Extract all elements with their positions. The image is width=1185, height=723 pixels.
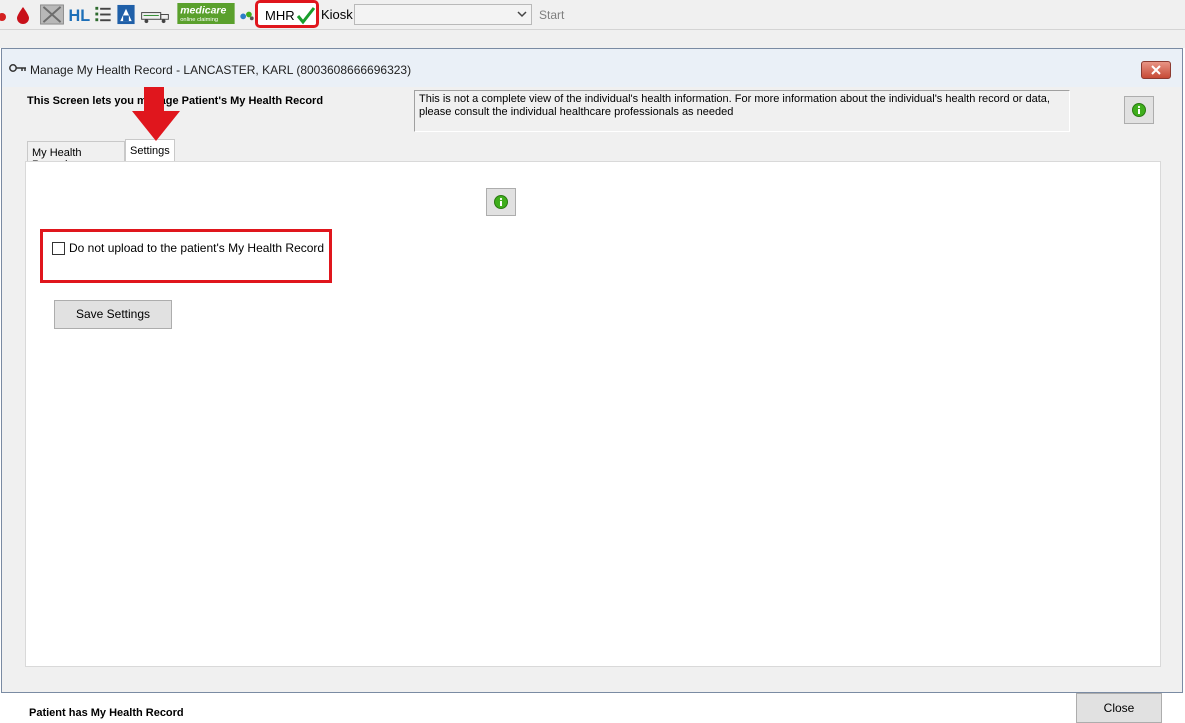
header-info-button[interactable]	[1124, 96, 1154, 124]
shield-icon[interactable]	[116, 4, 136, 25]
settings-info-button[interactable]	[486, 188, 516, 216]
window-title: Manage My Health Record - LANCASTER, KAR…	[30, 63, 412, 77]
medicare-logo-text: medicare	[180, 5, 226, 17]
no-upload-checkbox[interactable]	[52, 242, 65, 255]
start-button[interactable]: Start	[539, 8, 564, 22]
svg-text:HL: HL	[69, 7, 91, 25]
mhr-button[interactable]: MHR	[255, 0, 319, 28]
truck-icon[interactable]	[139, 4, 171, 25]
checkbox-highlight	[40, 229, 332, 283]
chevron-down-icon	[517, 11, 527, 18]
kiosk-dropdown[interactable]	[354, 4, 532, 25]
pills-icon[interactable]	[239, 4, 255, 25]
disclaimer-panel: This is not a complete view of the indiv…	[414, 90, 1070, 132]
checkmark-icon	[296, 7, 316, 25]
status-text: Patient has My Health Record	[29, 707, 184, 719]
window-close-button[interactable]	[1141, 61, 1171, 79]
list-icon[interactable]	[93, 4, 113, 25]
top-toolbar: HL medicare online claiming MHR Kiosk St…	[0, 0, 1185, 30]
tab-settings-label: Settings	[130, 145, 170, 157]
no-upload-checkbox-label[interactable]: Do not upload to the patient's My Health…	[69, 241, 324, 255]
close-icon	[1151, 65, 1161, 75]
hl-icon[interactable]: HL	[68, 4, 91, 25]
close-button-label: Close	[1103, 701, 1135, 715]
key-icon	[9, 64, 26, 72]
window-content: This Screen lets you manage Patient's My…	[9, 87, 1175, 723]
window-titlebar[interactable]: Manage My Health Record - LANCASTER, KAR…	[2, 49, 1182, 87]
mhr-label: MHR	[265, 8, 295, 23]
toolbar-gap	[0, 30, 1185, 48]
red-circle-icon[interactable]	[0, 4, 8, 25]
kiosk-label: Kiosk	[321, 7, 353, 22]
medicare-logo-icon[interactable]: medicare online claiming	[176, 3, 236, 24]
tab-strip: My Health Record Settings	[27, 139, 427, 171]
red-arrow-annotation-icon	[132, 87, 180, 141]
tab-my-health-record[interactable]: My Health Record	[27, 141, 125, 171]
blood-drop-icon[interactable]	[14, 4, 32, 25]
info-icon	[1132, 103, 1146, 117]
save-settings-label: Save Settings	[75, 307, 151, 321]
save-settings-button[interactable]: Save Settings	[54, 300, 172, 329]
close-button[interactable]: Close	[1076, 693, 1162, 723]
medicare-logo-subtext: online claiming	[180, 17, 218, 23]
grey-x-icon[interactable]	[39, 4, 65, 25]
info-icon	[494, 195, 508, 209]
manage-mhr-window: Manage My Health Record - LANCASTER, KAR…	[1, 48, 1183, 723]
